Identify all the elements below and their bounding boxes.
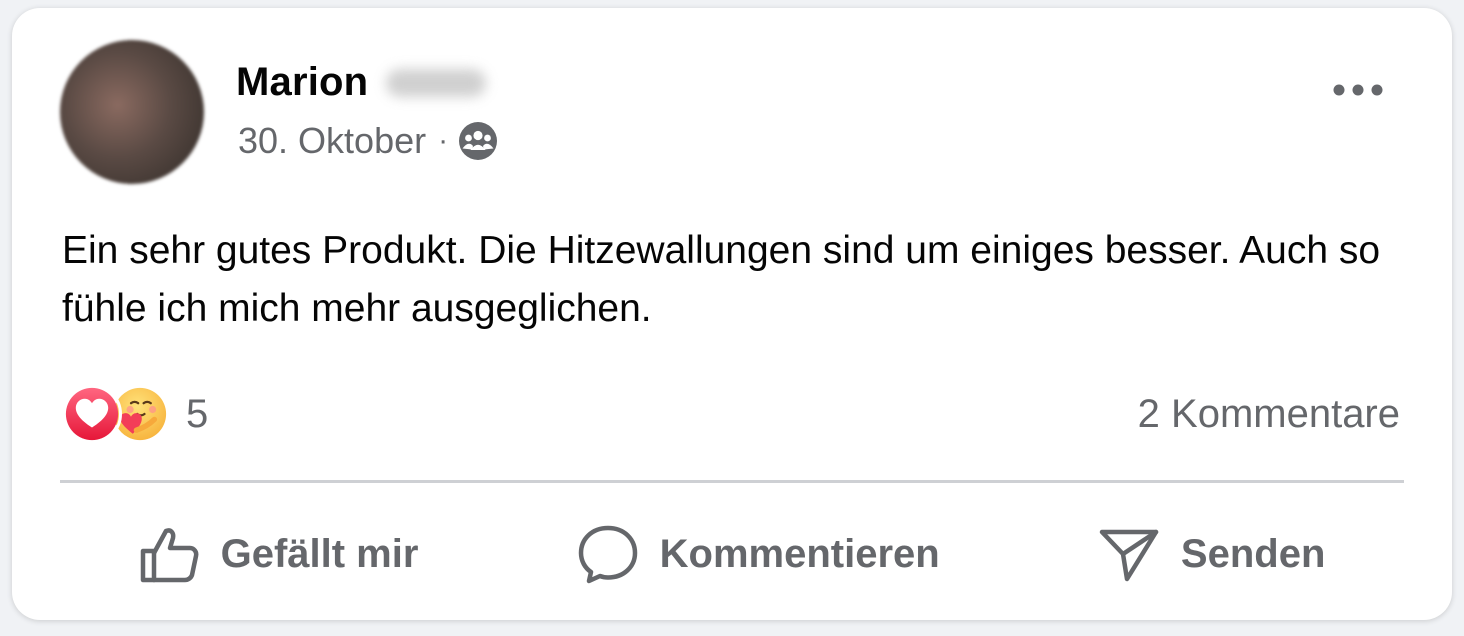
love-reaction-icon bbox=[62, 384, 122, 444]
action-bar: Gefällt mir Kommentieren Senden bbox=[60, 508, 1404, 600]
comment-button[interactable]: Kommentieren bbox=[552, 515, 964, 593]
like-button[interactable]: Gefällt mir bbox=[115, 515, 443, 593]
divider bbox=[60, 480, 1404, 483]
send-button[interactable]: Senden bbox=[1073, 515, 1349, 593]
comment-bubble-icon bbox=[578, 525, 637, 584]
post-card: Marion 30. Oktober · Ein sehr gutes Prod… bbox=[12, 8, 1452, 620]
redacted-surname bbox=[386, 68, 487, 97]
author-name[interactable]: Marion bbox=[236, 60, 368, 105]
author-row: Marion bbox=[236, 60, 487, 105]
like-label: Gefällt mir bbox=[220, 531, 419, 576]
send-icon bbox=[1099, 529, 1159, 582]
thumbs-up-icon bbox=[140, 528, 199, 583]
author-avatar[interactable] bbox=[60, 40, 204, 184]
post-date[interactable]: 30. Oktober bbox=[238, 120, 426, 162]
reactions-summary[interactable]: 5 bbox=[62, 384, 208, 444]
meta-separator: · bbox=[438, 124, 449, 157]
send-label: Senden bbox=[1180, 531, 1326, 576]
more-options-button[interactable] bbox=[1328, 72, 1388, 108]
comment-label: Kommentieren bbox=[659, 531, 940, 576]
more-horizontal-icon bbox=[1333, 84, 1383, 96]
reaction-count: 5 bbox=[186, 391, 209, 436]
group-icon[interactable] bbox=[458, 121, 498, 161]
post-text: Ein sehr gutes Produkt. Die Hitzewallung… bbox=[62, 229, 1381, 330]
post-meta: 30. Oktober · bbox=[238, 120, 498, 162]
comments-count-link[interactable]: 2 Kommentare bbox=[1138, 392, 1400, 437]
